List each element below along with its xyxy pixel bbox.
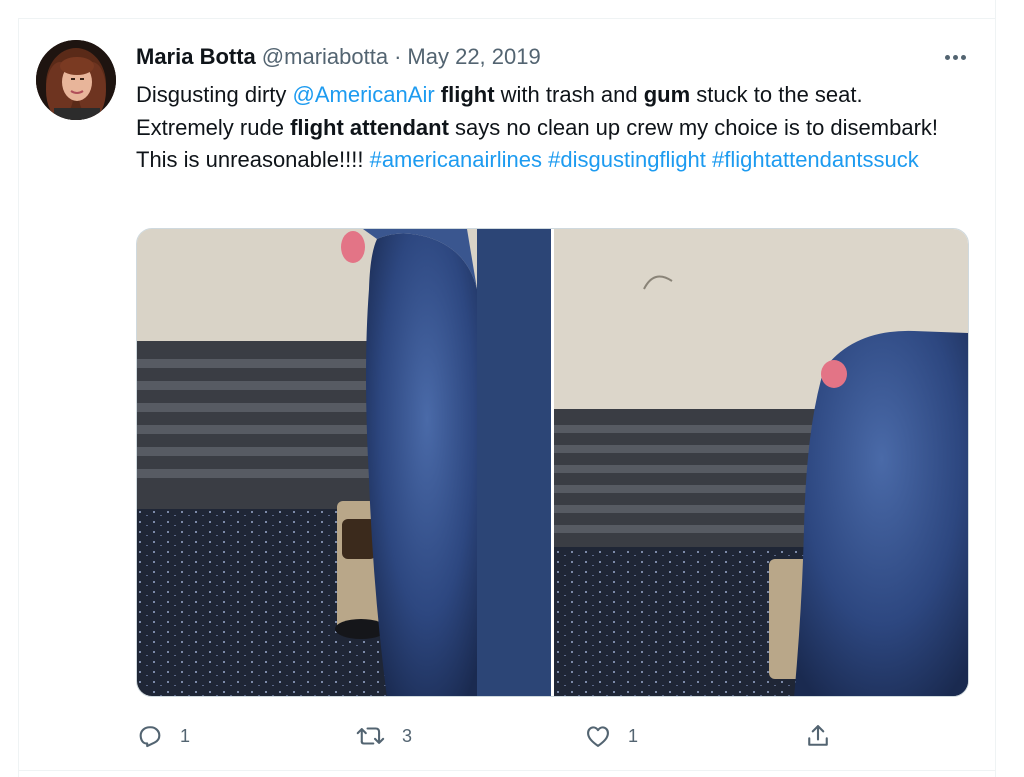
more-horizontal-icon xyxy=(944,54,950,60)
hashtag-link[interactable]: #flightattendantssuck xyxy=(712,147,919,172)
hashtag-link[interactable]: #disgustingflight xyxy=(548,147,706,172)
media-gallery xyxy=(136,228,969,697)
more-horizontal-icon xyxy=(960,54,966,60)
tweet-actions: 1 3 1 xyxy=(136,718,836,754)
timeline-border-bottom xyxy=(18,770,996,771)
highlighted-keyword: flight attendant xyxy=(290,114,449,140)
like-count: 1 xyxy=(628,725,639,746)
more-horizontal-icon xyxy=(952,54,958,60)
retweet-count: 3 xyxy=(402,725,413,746)
like-button[interactable]: 1 xyxy=(584,718,638,754)
tweet-header: Maria Botta @mariabotta · May 22, 2019 xyxy=(136,42,541,72)
tweet-text-segment: with trash and xyxy=(494,82,644,107)
heart-icon xyxy=(587,726,609,747)
avatar[interactable] xyxy=(36,40,116,120)
timeline-border-top xyxy=(18,18,996,19)
retweet-button[interactable]: 3 xyxy=(356,718,412,754)
photo-seat-gum[interactable] xyxy=(554,229,968,696)
tweet-text: Disgusting dirty @AmericanAir flight wit… xyxy=(136,79,966,177)
hashtag-link[interactable]: #americanairlines xyxy=(370,147,542,172)
more-options-button[interactable] xyxy=(938,44,972,70)
timeline-border-left xyxy=(18,18,19,777)
photo-seat-trash[interactable] xyxy=(137,229,551,696)
separator-dot: · xyxy=(394,44,402,69)
highlighted-keyword: flight xyxy=(440,82,495,107)
share-button[interactable] xyxy=(804,718,832,754)
tweet-text-segment: Disgusting dirty xyxy=(136,82,293,107)
author-name[interactable]: Maria Botta xyxy=(136,44,256,70)
author-handle[interactable]: @mariabotta xyxy=(262,44,388,70)
timeline-border-right xyxy=(995,0,996,777)
reply-icon xyxy=(139,726,161,748)
retweet-icon xyxy=(356,727,385,745)
share-icon xyxy=(808,725,828,746)
tweet-date[interactable]: May 22, 2019 xyxy=(407,44,540,70)
reply-count: 1 xyxy=(180,725,191,746)
highlighted-keyword: gum xyxy=(643,82,691,107)
mention-link[interactable]: @AmericanAir xyxy=(293,82,435,107)
reply-button[interactable]: 1 xyxy=(136,718,190,754)
